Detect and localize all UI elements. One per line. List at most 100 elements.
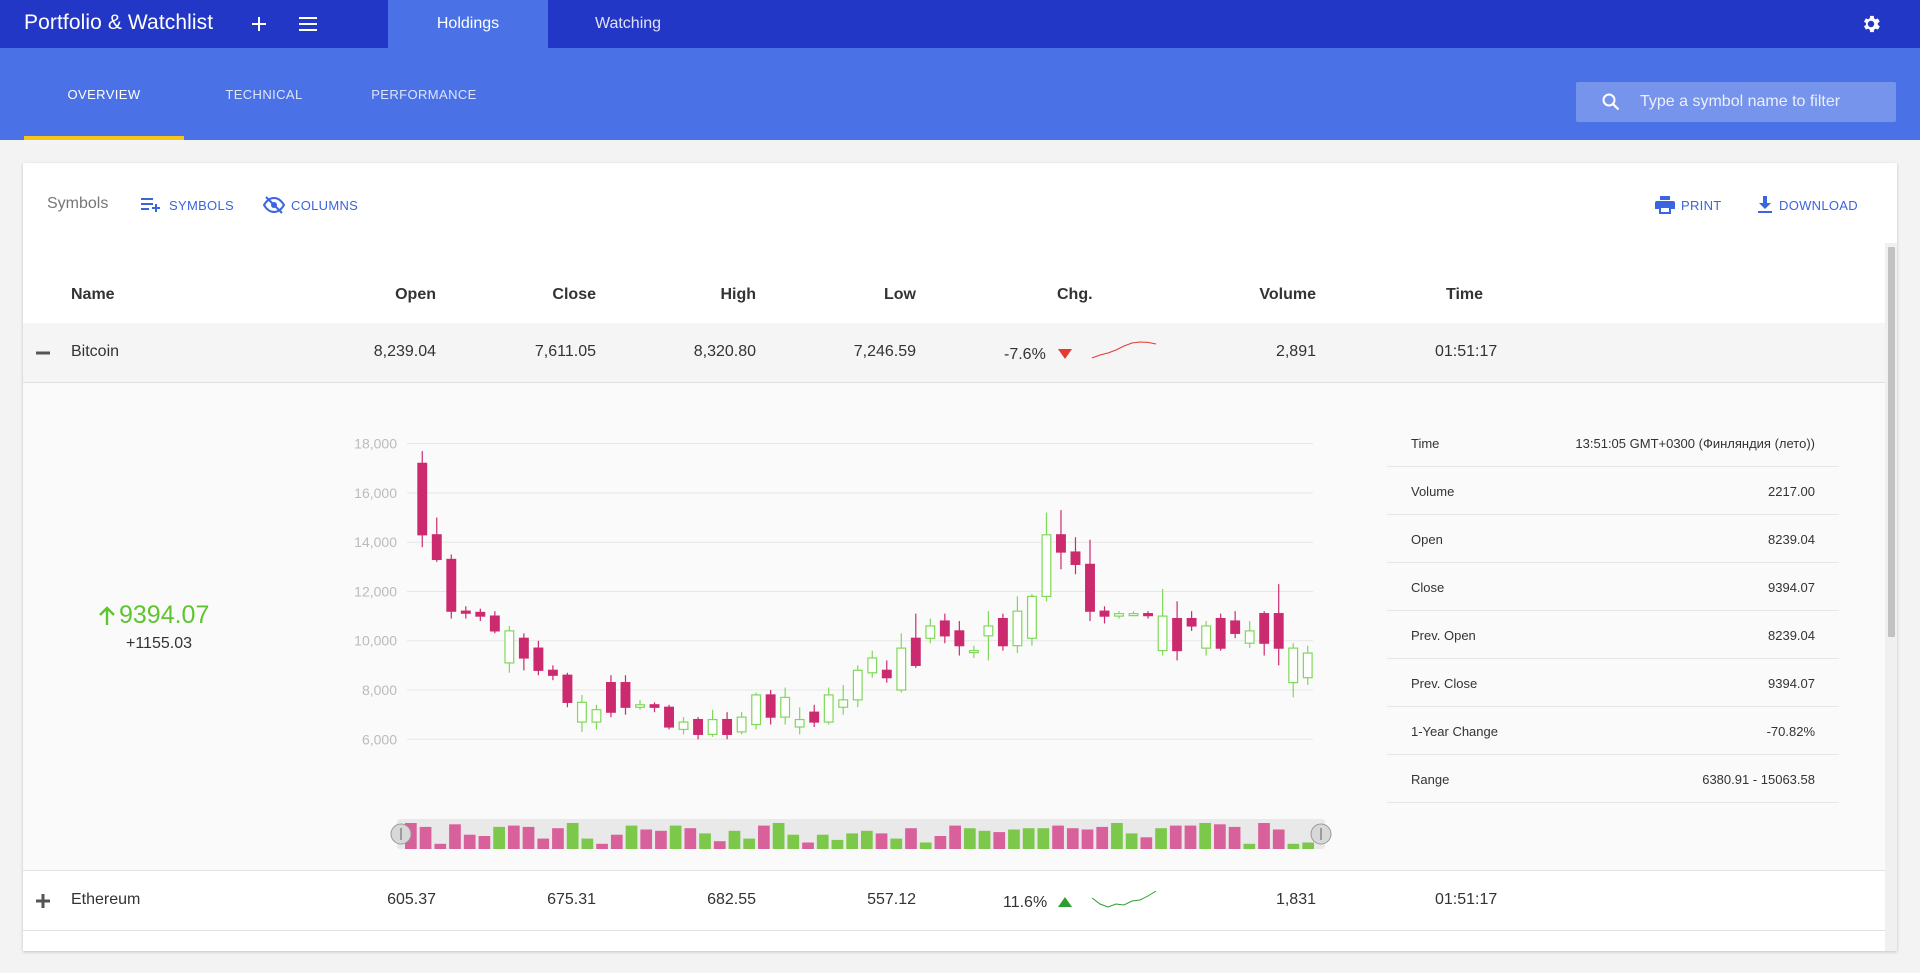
tab-overview[interactable]: OVERVIEW	[24, 48, 184, 140]
candle-body[interactable]	[649, 704, 660, 708]
download-button[interactable]: DOWNLOAD	[1757, 193, 1858, 217]
candle-body[interactable]	[736, 716, 747, 733]
candle-body[interactable]	[678, 721, 689, 731]
y-tick-label: 18,000	[354, 436, 397, 452]
column-header-close[interactable]: Close	[483, 286, 596, 304]
column-header-volume[interactable]: Volume	[1203, 286, 1316, 304]
candle-body[interactable]	[722, 718, 733, 735]
candle-body[interactable]	[533, 647, 544, 671]
candle-body[interactable]	[1244, 630, 1255, 644]
tab-holdings[interactable]: Holdings	[388, 0, 548, 48]
volume-bar	[772, 823, 785, 849]
candle-body[interactable]	[896, 647, 907, 691]
candle-body[interactable]	[1186, 617, 1197, 627]
candle-body[interactable]	[562, 674, 573, 703]
candle-body[interactable]	[1259, 613, 1270, 644]
column-header-high[interactable]: High	[643, 286, 756, 304]
candle-body[interactable]	[707, 718, 718, 735]
candle-body[interactable]	[794, 718, 805, 728]
menu-icon[interactable]	[296, 12, 320, 36]
candle-body[interactable]	[1026, 595, 1037, 639]
print-button[interactable]: PRINT	[1655, 193, 1722, 217]
candle-body[interactable]	[475, 611, 486, 617]
info-row: Prev. Close 9394.07	[1387, 659, 1839, 707]
candle-body[interactable]	[765, 694, 776, 718]
column-header-time[interactable]: Time	[1446, 286, 1483, 304]
search-input[interactable]	[1640, 93, 1880, 111]
candle-body[interactable]	[910, 637, 921, 666]
volume-bar	[1258, 823, 1270, 849]
gear-icon[interactable]	[1859, 12, 1883, 36]
scrollbar[interactable]	[1885, 243, 1897, 951]
columns-button[interactable]: COLUMNS	[263, 193, 358, 217]
candle-body[interactable]	[1128, 613, 1139, 617]
candle-body[interactable]	[606, 682, 616, 713]
candlestick-chart[interactable]: 18,000 16,000 14,000 12,000 10,000 8,000 6,000	[313, 419, 1353, 854]
candle-body[interactable]	[1143, 613, 1154, 617]
candle-body[interactable]	[838, 699, 849, 708]
candle-body[interactable]	[809, 711, 820, 723]
candle-body[interactable]	[417, 462, 428, 536]
candle-body[interactable]	[1215, 617, 1226, 649]
candle-body[interactable]	[1302, 652, 1313, 679]
candle-body[interactable]	[1085, 563, 1095, 612]
table-row[interactable]: Ethereum 605.37 675.31 682.55 557.12 11.…	[23, 871, 1885, 931]
search-box[interactable]	[1576, 82, 1896, 122]
volume-bar	[1228, 826, 1241, 849]
candle-body[interactable]	[620, 682, 631, 708]
add-icon[interactable]	[247, 12, 271, 36]
candle-body[interactable]	[591, 709, 602, 723]
candle-body[interactable]	[1114, 613, 1124, 617]
candle-body[interactable]	[823, 694, 834, 723]
candle-body[interactable]	[751, 694, 762, 726]
candle-body[interactable]	[504, 630, 515, 664]
info-label: Close	[1411, 580, 1445, 595]
candle-body[interactable]	[547, 669, 558, 676]
candle-body[interactable]	[997, 617, 1008, 647]
candle-body[interactable]	[881, 669, 892, 679]
candle-body[interactable]	[1172, 617, 1183, 652]
tab-technical[interactable]: TECHNICAL	[184, 48, 344, 140]
expand-icon[interactable]	[31, 889, 55, 913]
candle-body[interactable]	[1012, 610, 1023, 647]
candle-body[interactable]	[925, 625, 936, 639]
tab-performance[interactable]: PERFORMANCE	[344, 48, 504, 140]
collapse-icon[interactable]	[31, 341, 55, 365]
candle-body[interactable]	[1157, 615, 1168, 652]
info-value: 9394.07	[1768, 580, 1815, 595]
column-header-name[interactable]: Name	[71, 286, 115, 304]
candle-body[interactable]	[852, 669, 863, 701]
volume-bar	[1140, 837, 1153, 849]
candle-body[interactable]	[939, 620, 950, 637]
candle-body[interactable]	[1230, 620, 1241, 634]
candle-body[interactable]	[1099, 610, 1110, 617]
candle-body[interactable]	[1273, 613, 1284, 649]
add-symbols-button[interactable]: SYMBOLS	[141, 193, 234, 217]
tab-watching[interactable]: Watching	[548, 0, 708, 48]
candle-body[interactable]	[576, 701, 587, 723]
scrollbar-thumb[interactable]	[1888, 247, 1895, 637]
table-row[interactable]: Bitcoin 8,239.04 7,611.05 8,320.80 7,246…	[23, 323, 1885, 383]
table-row[interactable]	[23, 931, 1885, 951]
column-header-change[interactable]: Chg.	[1057, 286, 1093, 304]
candle-body[interactable]	[489, 615, 500, 632]
candle-body[interactable]	[954, 630, 965, 647]
candle-body[interactable]	[1288, 647, 1299, 684]
candle-body[interactable]	[446, 558, 457, 612]
candle-body[interactable]	[1070, 551, 1081, 565]
candle-body[interactable]	[431, 534, 442, 561]
column-header-low[interactable]: Low	[803, 286, 916, 304]
candle-body[interactable]	[968, 649, 979, 654]
candle-body[interactable]	[1201, 625, 1212, 649]
candle-body[interactable]	[983, 625, 994, 637]
candle-body[interactable]	[664, 706, 674, 728]
candle-body[interactable]	[867, 657, 878, 674]
candle-body[interactable]	[693, 718, 704, 735]
candle-body[interactable]	[460, 610, 471, 614]
candle-body[interactable]	[780, 696, 791, 718]
candle-body[interactable]	[1056, 534, 1066, 553]
candle-body[interactable]	[518, 637, 529, 659]
column-header-open[interactable]: Open	[323, 286, 436, 304]
candle-body[interactable]	[635, 704, 645, 708]
candle-body[interactable]	[1041, 534, 1052, 597]
